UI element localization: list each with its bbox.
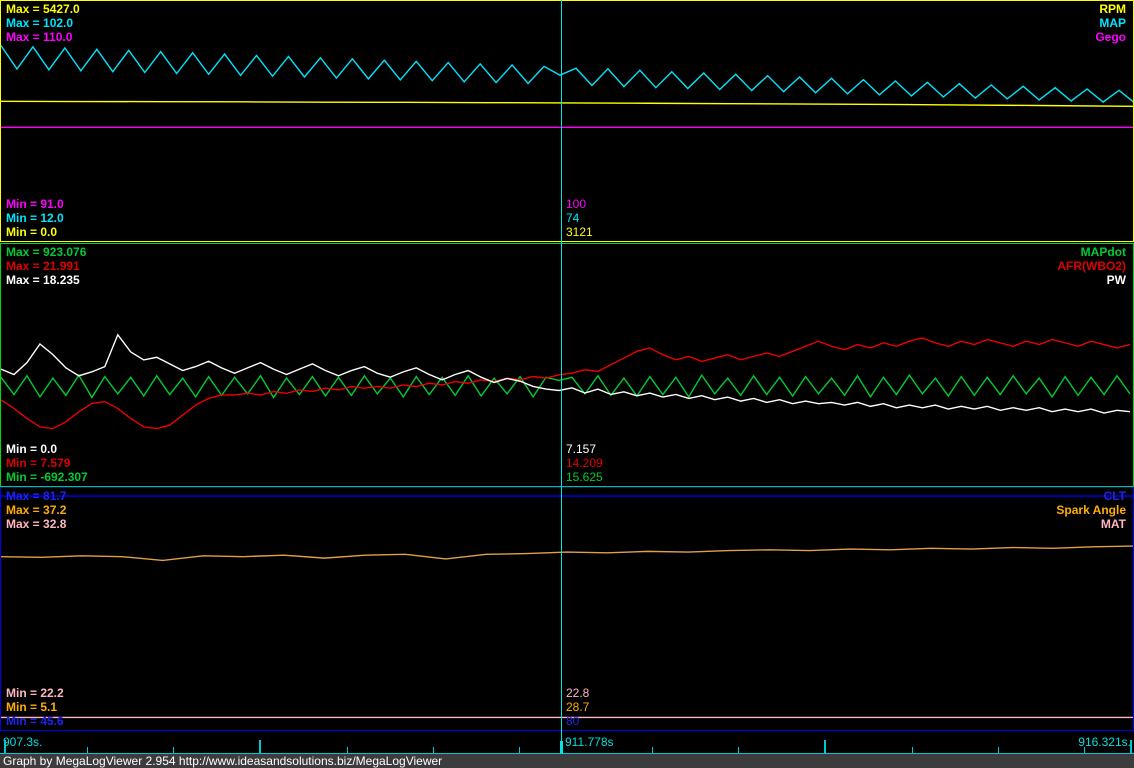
- chart-panel-clt-spark-mat: Max = 81.7 Max = 37.2 Max = 32.8 Min = 22.…: [0, 487, 1134, 731]
- trace-afr-wbo2: [1, 337, 1131, 430]
- cursor-line[interactable]: [561, 0, 562, 754]
- cursor-value-mapdot: 15.625: [566, 470, 603, 484]
- time-tick: [259, 740, 261, 753]
- cursor-value-afr-wbo2: 14.209: [566, 456, 603, 470]
- time-end-label: 916.321s.: [1078, 735, 1131, 749]
- time-tick: [433, 747, 434, 753]
- max-label-spark-angle: Max = 37.2: [6, 503, 67, 517]
- cursor-values-block: 22.8 28.7 80: [566, 686, 589, 728]
- max-label-mat: Max = 32.8: [6, 517, 67, 531]
- series-legend: CLT Spark Angle MAT: [1056, 489, 1126, 531]
- cursor-value-gego: 100: [566, 197, 587, 211]
- time-tick: [1084, 747, 1085, 753]
- series-legend: RPM MAP Gego: [1095, 2, 1126, 44]
- min-values-block: Min = 22.2 Min = 5.1 Min = 45.6: [6, 686, 64, 728]
- min-label-afr-wbo2: Min = 7.579: [6, 456, 71, 470]
- chart-panel-rpm-map-gego: Max = 5427.0 Max = 102.0 Max = 110.0 Min =…: [0, 0, 1134, 242]
- min-label-clt: Min = 45.6: [6, 714, 64, 728]
- cursor-axis-tick[interactable]: [560, 741, 563, 754]
- series-legend: MAPdot AFR(WBO2) PW: [1057, 245, 1126, 287]
- legend-mapdot: MAPdot: [1080, 245, 1126, 259]
- min-label-rpm: Min = 0.0: [6, 225, 58, 239]
- legend-pw: PW: [1106, 273, 1126, 287]
- max-values-block: Max = 5427.0 Max = 102.0 Max = 110.0: [6, 2, 80, 44]
- time-tick: [87, 747, 88, 753]
- min-label-mapdot: Min = -692.307: [6, 470, 88, 484]
- trace-rpm: [1, 100, 1133, 108]
- legend-clt: CLT: [1103, 489, 1126, 503]
- min-values-block: Min = 0.0 Min = 7.579 Min = -692.307: [6, 442, 88, 484]
- legend-spark-angle: Spark Angle: [1056, 503, 1126, 517]
- time-tick: [652, 747, 653, 753]
- time-tick: [824, 740, 826, 753]
- legend-rpm: RPM: [1099, 2, 1126, 16]
- max-values-block: Max = 923.076 Max = 21.991 Max = 18.235: [6, 245, 86, 287]
- legend-afr-wbo2: AFR(WBO2): [1057, 259, 1126, 273]
- megalogviewer-graph-window: Max = 5427.0 Max = 102.0 Max = 110.0 Min =…: [0, 0, 1134, 768]
- time-tick: [738, 747, 739, 753]
- max-label-rpm: Max = 5427.0: [6, 2, 80, 16]
- max-values-block: Max = 81.7 Max = 37.2 Max = 32.8: [6, 489, 66, 531]
- cursor-value-mat: 22.8: [566, 686, 590, 700]
- max-label-clt: Max = 81.7: [6, 489, 67, 503]
- max-label-mapdot: Max = 923.076: [6, 245, 87, 259]
- time-tick: [1130, 740, 1132, 753]
- chart-panel-mapdot-afr-pw: Max = 923.076 Max = 21.991 Max = 18.235 Mi…: [0, 243, 1134, 487]
- time-cursor-label: 911.778s: [565, 735, 614, 749]
- max-label-pw: Max = 18.235: [6, 273, 80, 287]
- status-bar: Graph by MegaLogViewer 2.954 http://www.…: [0, 754, 1134, 768]
- min-label-mat: Min = 22.2: [6, 686, 64, 700]
- cursor-values-block: 7.157 14.209 15.625: [566, 442, 603, 484]
- trace-spark-angle: [1, 545, 1133, 562]
- min-label-spark-angle: Min = 5.1: [6, 700, 58, 714]
- cursor-value-spark-angle: 28.7: [566, 700, 590, 714]
- max-label-gego: Max = 110.0: [6, 30, 73, 44]
- legend-gego: Gego: [1095, 30, 1126, 44]
- time-start-label: 907.3s.: [3, 735, 43, 749]
- min-label-pw: Min = 0.0: [6, 442, 58, 456]
- cursor-value-clt: 80: [566, 714, 580, 728]
- min-values-block: Min = 91.0 Min = 12.0 Min = 0.0: [6, 197, 64, 239]
- min-label-gego: Min = 91.0: [6, 197, 64, 211]
- time-tick: [4, 740, 6, 753]
- cursor-values-block: 100 74 3121: [566, 197, 593, 239]
- trace-mapdot: [1, 373, 1131, 399]
- cursor-value-map: 74: [566, 211, 580, 225]
- legend-mat: MAT: [1100, 517, 1126, 531]
- cursor-value-rpm: 3121: [566, 225, 593, 239]
- time-tick: [347, 747, 348, 753]
- time-tick: [998, 747, 999, 753]
- legend-map: MAP: [1099, 16, 1126, 30]
- max-label-map: Max = 102.0: [6, 16, 74, 30]
- trace-map: [1, 45, 1133, 103]
- time-tick: [912, 747, 913, 753]
- time-tick: [173, 747, 174, 753]
- max-label-afr-wbo2: Max = 21.991: [6, 259, 80, 273]
- time-tick: [519, 747, 520, 753]
- cursor-value-pw: 7.157: [566, 442, 597, 456]
- min-label-map: Min = 12.0: [6, 211, 64, 225]
- time-axis: 907.3s. 911.778s 916.321s.: [0, 731, 1134, 754]
